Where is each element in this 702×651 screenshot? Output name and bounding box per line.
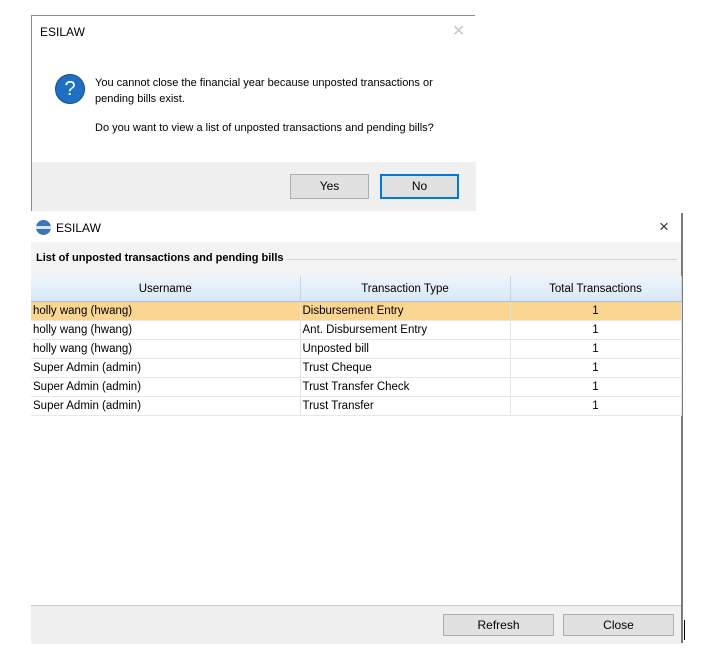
question-icon: ? (55, 74, 85, 104)
window-footer: Refresh Close (31, 605, 681, 644)
dialog-close-icon[interactable]: ✕ (452, 21, 465, 41)
cell-total: 1 (510, 358, 682, 378)
column-header-username[interactable]: Username (31, 276, 301, 302)
transactions-grid[interactable]: Username Transaction Type Total Transact… (31, 276, 682, 605)
cell-transaction-type: Ant. Disbursement Entry (300, 320, 511, 340)
cell-total: 1 (510, 377, 682, 397)
cell-username: Super Admin (admin) (31, 396, 301, 416)
section-title: List of unposted transactions and pendin… (36, 252, 284, 264)
table-row[interactable]: holly wang (hwang) Unposted bill 1 (31, 339, 682, 359)
close-button[interactable]: Close (563, 614, 674, 636)
no-button[interactable]: No (380, 174, 459, 199)
app-logo-icon (36, 220, 51, 235)
confirm-dialog: ESILAW ✕ ? You cannot close the financia… (31, 15, 476, 211)
cell-transaction-type: Trust Cheque (300, 358, 511, 378)
cell-transaction-type: Trust Transfer (300, 396, 511, 416)
cell-username: holly wang (hwang) (31, 320, 301, 340)
dialog-message: You cannot close the financial year beca… (95, 77, 433, 105)
table-row[interactable]: Super Admin (admin) Trust Transfer Check… (31, 377, 682, 397)
grid-header-row: Username Transaction Type Total Transact… (31, 276, 682, 302)
unposted-list-window: ESILAW × List of unposted transactions a… (31, 213, 683, 644)
table-row[interactable]: Super Admin (admin) Trust Cheque 1 (31, 358, 682, 378)
cell-transaction-type: Disbursement Entry (300, 301, 511, 321)
text-cursor (684, 620, 685, 640)
cell-transaction-type: Unposted bill (300, 339, 511, 359)
cell-username: Super Admin (admin) (31, 358, 301, 378)
cell-transaction-type: Trust Transfer Check (300, 377, 511, 397)
column-header-total-transactions[interactable]: Total Transactions (510, 276, 682, 302)
cell-total: 1 (510, 339, 682, 359)
dialog-title: ESILAW (40, 25, 85, 39)
refresh-button[interactable]: Refresh (443, 614, 554, 636)
window-content: List of unposted transactions and pendin… (31, 242, 682, 605)
cell-total: 1 (510, 320, 682, 340)
cell-total: 1 (510, 396, 682, 416)
dialog-question: Do you want to view a list of unposted t… (95, 122, 434, 134)
window-close-icon[interactable]: × (659, 217, 669, 237)
dialog-footer: Yes No (32, 162, 476, 211)
yes-button[interactable]: Yes (290, 174, 369, 199)
window-title: ESILAW (56, 221, 101, 235)
column-header-transaction-type[interactable]: Transaction Type (300, 276, 511, 302)
cell-username: holly wang (hwang) (31, 301, 301, 321)
section-divider (287, 259, 677, 260)
table-row[interactable]: holly wang (hwang) Ant. Disbursement Ent… (31, 320, 682, 340)
cell-username: Super Admin (admin) (31, 377, 301, 397)
cell-total: 1 (510, 301, 682, 321)
cell-username: holly wang (hwang) (31, 339, 301, 359)
table-row[interactable]: holly wang (hwang) Disbursement Entry 1 (31, 301, 682, 321)
table-row[interactable]: Super Admin (admin) Trust Transfer 1 (31, 396, 682, 416)
